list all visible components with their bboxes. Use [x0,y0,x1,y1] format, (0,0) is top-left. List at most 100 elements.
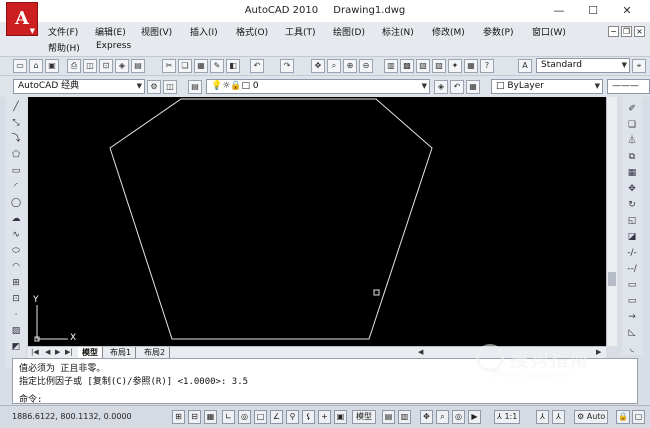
tool-palettes-icon[interactable]: ▧ [416,59,430,73]
erase-icon[interactable]: ✐ [625,103,639,116]
move-icon[interactable]: ✥ [625,183,639,196]
block-editor-icon[interactable]: ◧ [226,59,240,73]
design-center-icon[interactable]: ▩ [400,59,414,73]
hatch-icon[interactable]: ▨ [9,325,23,338]
menu-format[interactable]: 格式(O) [236,25,268,38]
doc-restore-icon[interactable]: ❐ [621,26,632,37]
region-icon[interactable]: ◩ [9,341,23,354]
minimize-button[interactable]: — [546,3,572,19]
menu-help[interactable]: 帮助(H) [48,41,80,54]
plot-icon[interactable]: ⎙ [67,59,81,73]
offset-icon[interactable]: ⧉ [625,151,639,164]
ellipse-arc-icon[interactable]: ◠ [9,261,23,274]
grid-display-icon[interactable]: ▦ [204,410,217,424]
coordinate-readout[interactable]: 1886.6122, 800.1132, 0.0000 [12,412,132,421]
make-current-layer-icon[interactable]: ◈ [434,80,448,94]
quickcalc-icon[interactable]: ▦ [464,59,478,73]
markup-icon[interactable]: ✦ [448,59,462,73]
pan-status-icon[interactable]: ✥ [420,410,433,424]
properties-icon[interactable]: ▥ [384,59,398,73]
vertical-scrollbar[interactable] [606,97,617,346]
save-icon[interactable]: ▣ [45,59,59,73]
stretch-icon[interactable]: ◪ [625,231,639,244]
annotation-scale-button[interactable]: ⅄ 1:1 [494,410,521,424]
clean-screen-icon[interactable]: ▢ [632,410,645,424]
join-icon[interactable]: → [625,311,639,324]
tab-layout2[interactable]: 布局2 [140,347,171,358]
dynamic-ucs-icon[interactable]: ⚲ [286,410,299,424]
tab-layout1[interactable]: 布局1 [106,347,137,358]
zoom-window-icon[interactable]: ⊕ [343,59,357,73]
quick-view-drawings-icon[interactable]: ▥ [398,410,411,424]
workspace-settings-icon[interactable]: ⚙ [147,80,161,94]
polyline-icon[interactable]: ⤵ [9,133,23,146]
undo-icon[interactable]: ↶ [250,59,264,73]
point-icon[interactable]: · [9,309,23,322]
snap-mode-icon[interactable]: ⊟ [188,410,201,424]
copy-icon[interactable]: ❏ [178,59,192,73]
construction-line-icon[interactable]: ⤡ [9,117,23,130]
command-prompt[interactable]: 命令: [19,392,42,405]
annotation-visibility-icon[interactable]: ⅄ [536,410,549,424]
3d-dwf-icon[interactable]: ◈ [115,59,129,73]
publish-icon[interactable]: ⊡ [99,59,113,73]
make-block-icon[interactable]: ⊡ [9,293,23,306]
first-tab-icon[interactable]: |◀ [31,348,39,356]
zoom-previous-icon[interactable]: ⊖ [359,59,373,73]
extend-icon[interactable]: --/ [625,263,639,276]
workspace-save-icon[interactable]: ◫ [163,80,177,94]
arc-icon[interactable]: ◜ [9,181,23,194]
maximize-button[interactable]: ☐ [580,3,606,19]
spline-icon[interactable]: ∿ [9,229,23,242]
match-properties-icon[interactable]: ✎ [210,59,224,73]
prev-tab-icon[interactable]: ◀ [45,348,50,356]
help-icon[interactable]: ? [480,59,494,73]
line-icon[interactable]: ╱ [9,101,23,114]
array-icon[interactable]: ▦ [625,167,639,180]
scale-icon[interactable]: ◱ [625,215,639,228]
menu-tools[interactable]: 工具(T) [285,25,316,38]
doc-minimize-icon[interactable]: − [608,26,619,37]
hscroll-left-icon[interactable]: ◀ [418,348,423,356]
menu-window[interactable]: 窗口(W) [532,25,566,38]
zoom-realtime-icon[interactable]: ⌕ [327,59,341,73]
layer-previous-icon[interactable]: ↶ [450,80,464,94]
quick-view-layouts-icon[interactable]: ▤ [382,410,395,424]
dim-style-icon[interactable]: ⌖ [632,59,646,73]
menu-modify[interactable]: 修改(M) [432,25,465,38]
last-tab-icon[interactable]: ▶| [65,348,73,356]
menu-file[interactable]: 文件(F) [48,25,78,38]
break-icon[interactable]: ▭ [625,295,639,308]
paste-icon[interactable]: ▦ [194,59,208,73]
object-snap-icon[interactable]: □ [254,410,267,424]
ellipse-icon[interactable]: ⬭ [9,245,23,258]
trim-icon[interactable]: -/- [625,247,639,260]
zoom-status-icon[interactable]: ⌕ [436,410,449,424]
menu-edit[interactable]: 编辑(E) [95,25,126,38]
dynamic-input-icon[interactable]: ⚸ [302,410,315,424]
redo-icon[interactable]: ↷ [280,59,294,73]
linetype-combo[interactable]: ——— [607,79,650,94]
new-icon[interactable]: ▭ [13,59,27,73]
layer-states-icon[interactable]: ▦ [466,80,480,94]
quick-properties-icon[interactable]: ▣ [334,410,347,424]
model-space-button[interactable]: 模型 [352,410,376,424]
open-icon[interactable]: ⌂ [29,59,43,73]
pentagon-shape[interactable] [109,98,433,340]
auto-scale-icon[interactable]: ⅄ [552,410,565,424]
polygon-icon[interactable]: ⬠ [9,149,23,162]
infer-constraints-icon[interactable]: ⊞ [172,410,185,424]
insert-block-icon[interactable]: ⊞ [9,277,23,290]
showmotion-icon[interactable]: ▶ [468,410,481,424]
toolbar-lock-icon[interactable]: 🔒 [616,410,630,424]
menu-express[interactable]: Express [96,41,131,51]
workspace-combo[interactable]: AutoCAD 经典 ▼ [13,79,145,94]
text-style-combo[interactable]: Standard ▼ [536,58,630,73]
revision-cloud-icon[interactable]: ☁ [9,213,23,226]
cut-icon[interactable]: ✂ [162,59,176,73]
workspace-switching-button[interactable]: ⚙ Auto [574,410,609,424]
polar-tracking-icon[interactable]: ◎ [238,410,251,424]
text-style-icon[interactable]: A [518,59,532,73]
drawing-canvas[interactable]: Y X [28,97,606,346]
chamfer-icon[interactable]: ◺ [625,327,639,340]
